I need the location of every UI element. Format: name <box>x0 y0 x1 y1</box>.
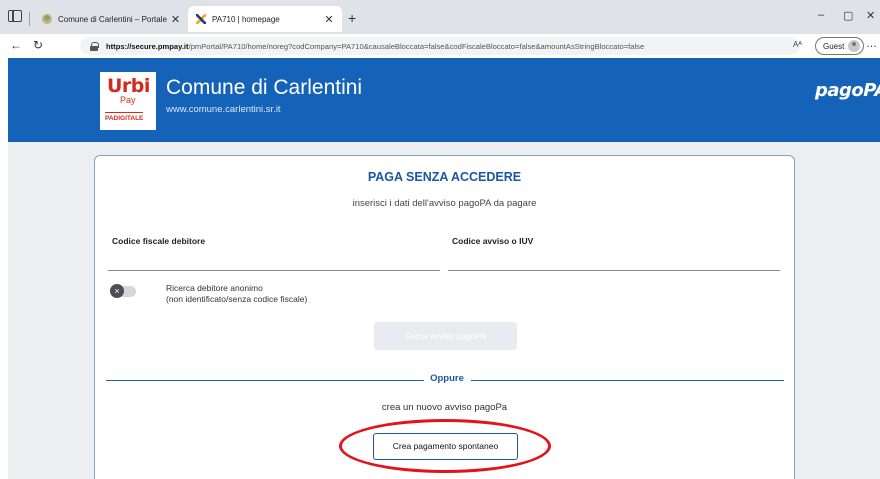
site-url[interactable]: www.comune.carlentini.sr.it <box>166 104 281 115</box>
codice-avviso-input[interactable] <box>448 270 780 271</box>
tab-comune-carlentini[interactable]: Comune di Carlentini – Portale ist ✕ <box>34 6 188 32</box>
address-bar-row: ← ↻ https://secure.pmpay.it /pmPortal/PA… <box>0 34 880 58</box>
window-close-icon[interactable]: ✕ <box>866 9 875 22</box>
form-title: PAGA SENZA ACCEDERE <box>367 170 522 184</box>
payment-form-card: PAGA SENZA ACCEDERE inserisci i dati del… <box>94 155 795 479</box>
tab-title: PA710 | homepage <box>212 14 280 24</box>
form-subtitle: inserisci i dati dell'avviso pagoPA da p… <box>352 198 537 209</box>
pagopa-logo: pagoPA <box>815 80 880 101</box>
lock-icon[interactable] <box>90 41 99 51</box>
close-icon: × <box>110 284 124 298</box>
urbipay-logo[interactable]: Urbi Pay PADIGITALE <box>100 72 156 130</box>
separator-line-left <box>106 380 424 381</box>
close-icon[interactable]: ✕ <box>322 13 336 26</box>
new-tab-button[interactable]: + <box>348 10 356 26</box>
codice-fiscale-input[interactable] <box>108 270 440 271</box>
anonymous-label-line2: (non identificato/senza codice fiscale) <box>166 293 308 304</box>
tab-actions-icon[interactable] <box>8 10 22 22</box>
site-name[interactable]: Comune di Carlentini <box>166 76 362 100</box>
anonymous-debtor-toggle[interactable]: × <box>110 284 136 298</box>
search-notice-button[interactable]: Cerca avviso pagoPA <box>374 322 517 350</box>
tab-pa710-homepage[interactable]: PA710 | homepage ✕ <box>188 6 342 32</box>
url-path: /pmPortal/PA710/home/noreg?codCompany=PA… <box>188 41 645 51</box>
close-icon[interactable]: ✕ <box>169 13 182 26</box>
codice-fiscale-label: Codice fiscale debitore <box>112 236 206 246</box>
read-aloud-icon[interactable]: Aᴬ <box>793 40 802 49</box>
site-header: Urbi Pay PADIGITALE Comune di Carlentini… <box>8 58 880 142</box>
back-arrow-icon[interactable]: ← <box>10 38 22 52</box>
separator-text: Oppure <box>430 373 464 384</box>
browser-tab-bar: Comune di Carlentini – Portale ist ✕ PA7… <box>0 0 880 34</box>
refresh-icon[interactable]: ↻ <box>33 38 43 52</box>
pagopa-icon <box>196 14 206 24</box>
avatar <box>848 40 861 52</box>
page-content: Urbi Pay PADIGITALE Comune di Carlentini… <box>8 58 880 479</box>
address-bar[interactable]: https://secure.pmpay.it /pmPortal/PA710/… <box>80 37 800 55</box>
logo-urbi-text: Urbi <box>107 75 150 97</box>
tab-title: Comune di Carlentini – Portale ist <box>58 14 169 24</box>
anonymous-label-line1: Ricerca debitore anonimo <box>166 283 263 293</box>
tab-divider <box>29 12 30 26</box>
profile-label: Guest <box>823 41 845 51</box>
minimize-icon[interactable]: – <box>818 9 824 21</box>
maximize-icon[interactable]: ▢ <box>843 9 853 22</box>
create-notice-text: crea un nuovo avviso pagoPa <box>381 402 508 413</box>
more-options-icon[interactable]: … <box>866 38 877 50</box>
spontaneous-payment-button[interactable]: Crea pagamento spontaneo <box>373 433 518 460</box>
anonymous-debtor-label: Ricerca debitore anonimo (non identifica… <box>166 283 307 304</box>
codice-avviso-label: Codice avviso o IUV <box>452 236 534 246</box>
logo-padigitale-text: PADIGITALE <box>105 112 144 122</box>
town-crest-icon <box>42 14 52 24</box>
separator-line-right <box>471 380 784 381</box>
url-host: https://secure.pmpay.it <box>106 41 189 51</box>
profile-button[interactable]: Guest <box>815 37 865 55</box>
logo-pay-text: Pay <box>120 95 136 105</box>
